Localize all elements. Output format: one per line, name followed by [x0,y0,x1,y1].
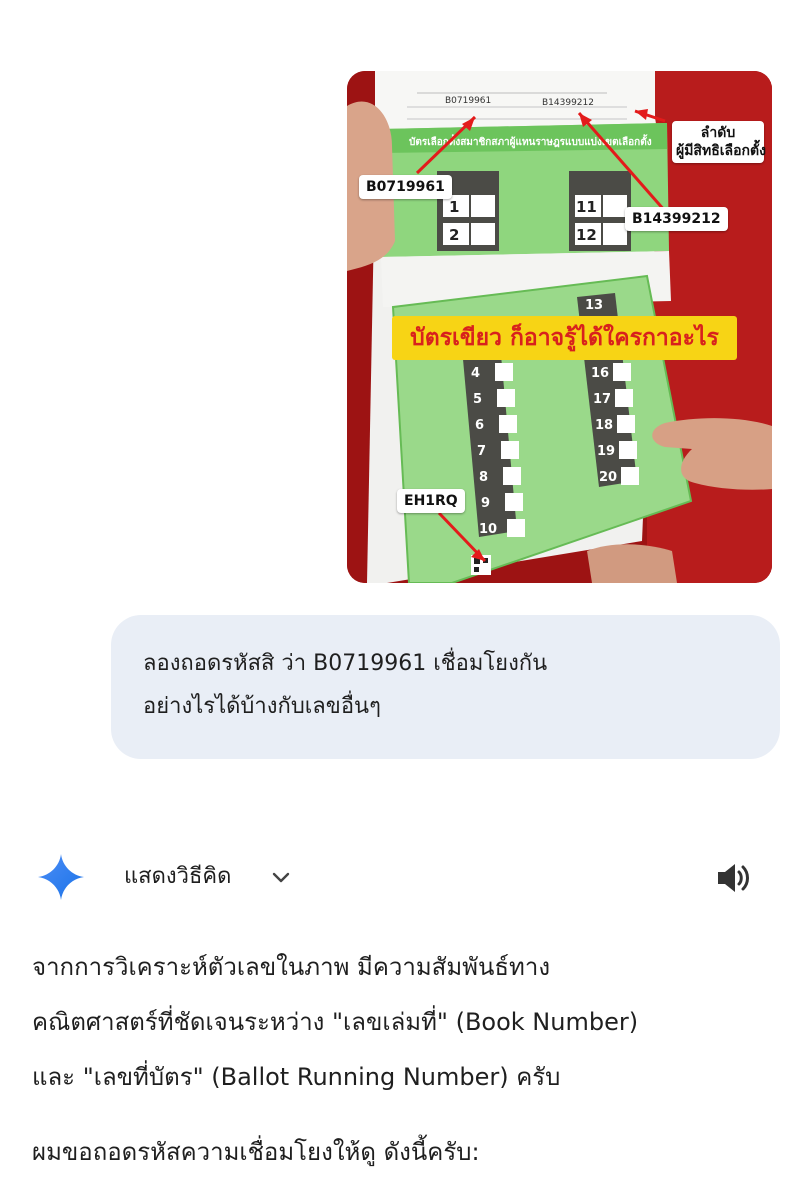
callout-code: EH1RQ [397,489,465,513]
candidate-number: 12 [576,226,597,244]
candidate-number: 17 [593,392,611,407]
response-line: คณิตศาสตร์ที่ชัดเจนระหว่าง "เลขเล่มที่" … [32,1008,639,1036]
candidate-number: 6 [475,418,484,433]
candidate-number: 18 [595,418,613,433]
photo-banner: บัตรเขียว ก็อาจรู้ได้ใครกาอะไร [392,316,737,360]
user-message-line2: อย่างไรได้บ้างกับเลขอื่นๆ [143,694,381,719]
response-paragraph-2: ผมขอถอดรหัสความเชื่อมโยงให้ดู ดังนี้ครับ… [32,1125,792,1180]
stub-book-number: B0719961 [445,96,491,106]
chevron-down-icon[interactable] [270,866,292,888]
attached-photo[interactable]: B0719961 B14399212 บัตรเลือกตั้งสมาชิกสภ… [347,71,772,583]
show-thinking-toggle[interactable]: แสดงวิธีคิด [124,862,231,892]
response-line: และ "เลขที่บัตร" (Ballot Running Number)… [32,1063,561,1091]
callout-voter-order: ลำดับ ผู้มีสิทธิเลือกตั้ง [672,121,766,163]
candidate-number: 1 [449,198,459,216]
candidate-number: 9 [481,496,490,511]
callout-ballot-number: B14399212 [625,207,728,231]
candidate-number: 20 [599,470,617,485]
candidate-number: 11 [576,198,597,216]
candidate-number: 5 [473,392,482,407]
model-response-header: แสดงวิธีคิด [38,852,778,902]
response-line: ผมขอถอดรหัสความเชื่อมโยงให้ดู ดังนี้ครับ… [32,1138,480,1166]
callout-voter-order-line1: ลำดับ [700,125,736,141]
candidate-number: 10 [479,522,497,537]
callout-book-number: B0719961 [359,175,452,199]
speaker-icon[interactable] [714,860,752,896]
candidate-number: 13 [585,298,603,313]
user-message-line1: ลองถอดรหัสสิ ว่า B0719961 เชื่อมโยงกัน [143,651,548,676]
candidate-number: 7 [477,444,486,459]
candidate-number: 4 [471,366,480,381]
stub-ballot-number: B14399212 [542,98,594,108]
user-message-bubble: ลองถอดรหัสสิ ว่า B0719961 เชื่อมโยงกัน อ… [111,615,780,759]
response-paragraph-1: จากการวิเคราะห์ตัวเลขในภาพ มีความสัมพันธ… [32,940,792,1105]
candidate-number: 19 [597,444,615,459]
callout-voter-order-line2: ผู้มีสิทธิเลือกตั้ง [676,143,766,159]
gemini-sparkle-icon [38,854,84,900]
candidate-number: 8 [479,470,488,485]
candidate-number: 16 [591,366,609,381]
candidate-number: 2 [449,226,459,244]
response-line: จากการวิเคราะห์ตัวเลขในภาพ มีความสัมพันธ… [32,953,551,981]
model-response-text: จากการวิเคราะห์ตัวเลขในภาพ มีความสัมพันธ… [32,940,792,1180]
